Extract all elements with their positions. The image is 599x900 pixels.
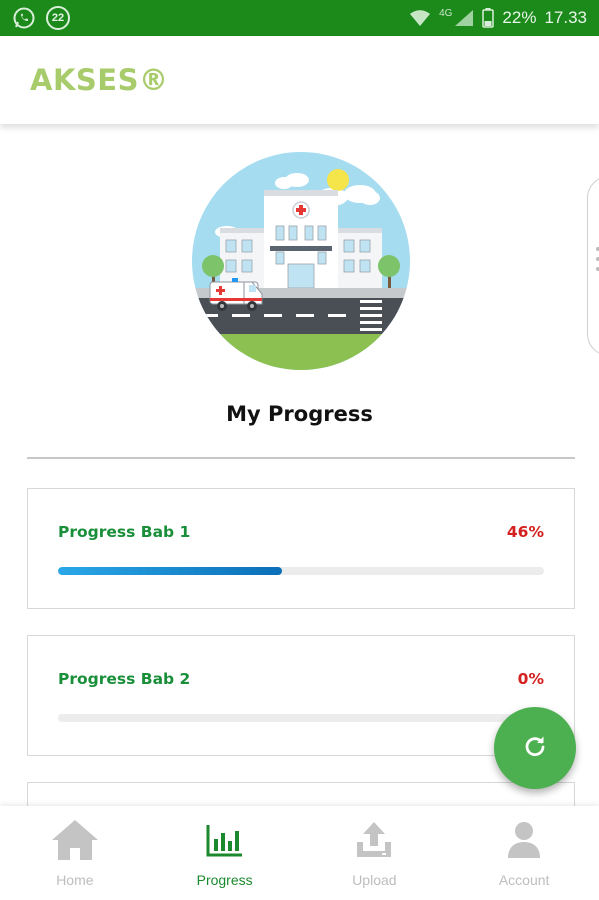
status-right: 4G 22% 17.33 xyxy=(409,8,587,28)
progress-card[interactable]: Progress Bab 2 0% xyxy=(27,635,575,756)
app-header: AKSES® xyxy=(0,36,599,124)
section-title: My Progress xyxy=(226,402,373,426)
main-content[interactable]: My Progress Progress Bab 1 46% Progress … xyxy=(0,124,599,806)
refresh-button[interactable] xyxy=(494,707,576,789)
wifi-icon xyxy=(409,9,431,27)
notification-count: 22 xyxy=(46,6,70,30)
progress-bar-fill xyxy=(58,567,282,575)
nav-item-home[interactable]: Home xyxy=(0,806,150,900)
battery-percent: 22% xyxy=(502,8,537,27)
side-drawer-handle[interactable] xyxy=(587,176,599,356)
network-label: 4G xyxy=(439,7,453,19)
nav-label-upload: Upload xyxy=(352,872,397,888)
clock: 17.33 xyxy=(544,8,587,27)
bottom-nav: Home Progress Upload Account xyxy=(0,806,599,900)
nav-label-progress: Progress xyxy=(196,872,253,888)
refresh-icon xyxy=(522,733,548,764)
progress-card-partial[interactable] xyxy=(27,782,575,806)
nav-label-account: Account xyxy=(498,872,550,888)
progress-bar xyxy=(58,567,544,575)
nav-item-account[interactable]: Account xyxy=(449,806,599,900)
status-left: 22 xyxy=(12,6,70,30)
nav-item-upload[interactable]: Upload xyxy=(300,806,450,900)
progress-label: Progress Bab 2 xyxy=(58,670,191,688)
nav-item-progress[interactable]: Progress xyxy=(150,806,300,900)
bar-chart-icon xyxy=(206,818,244,862)
nav-label-home: Home xyxy=(56,872,94,888)
battery-icon xyxy=(482,8,495,28)
progress-percent: 0% xyxy=(517,670,544,688)
progress-bar xyxy=(58,714,544,722)
account-icon xyxy=(506,818,542,862)
signal-icon xyxy=(454,9,474,27)
app-title: AKSES® xyxy=(30,63,169,97)
progress-percent: 46% xyxy=(506,523,544,541)
progress-card[interactable]: Progress Bab 1 46% xyxy=(27,488,575,609)
status-bar: 22 4G 22% 17.33 xyxy=(0,0,599,36)
divider xyxy=(27,457,575,459)
home-icon xyxy=(50,818,100,862)
upload-icon xyxy=(354,818,394,862)
hospital-illustration xyxy=(192,152,410,370)
whatsapp-icon xyxy=(12,6,36,30)
progress-label: Progress Bab 1 xyxy=(58,523,191,541)
